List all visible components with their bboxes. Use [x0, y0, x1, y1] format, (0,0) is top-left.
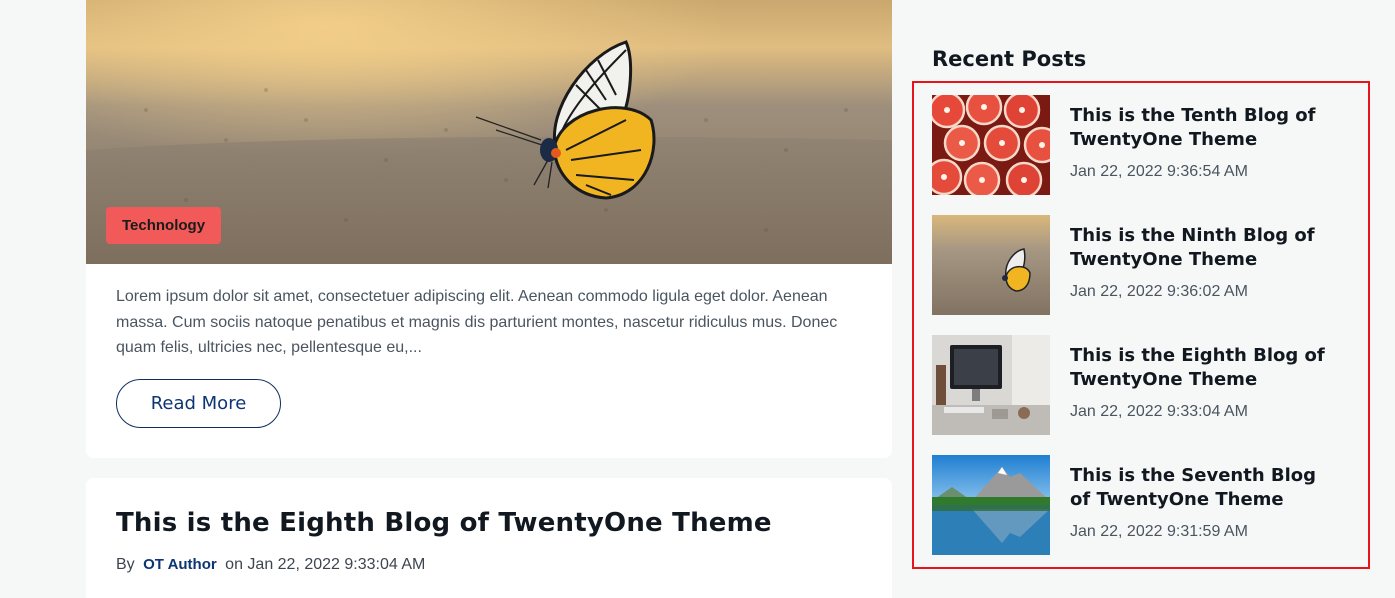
recent-posts-list: This is the Tenth Blog of TwentyOne Them…: [912, 81, 1370, 569]
recent-post-title[interactable]: This is the Eighth Blog of TwentyOne The…: [1070, 344, 1340, 392]
blog-page: Technology Lorem ipsum dolor sit amet, c…: [0, 0, 1395, 598]
by-label: By: [116, 556, 135, 573]
read-more-button[interactable]: Read More: [116, 379, 281, 428]
featured-post-card: Technology Lorem ipsum dolor sit amet, c…: [86, 0, 892, 458]
author-link[interactable]: OT Author: [143, 556, 217, 573]
recent-posts-heading: Recent Posts: [932, 47, 1087, 71]
recent-post-date: Jan 22, 2022 9:36:02 AM: [1070, 283, 1248, 300]
post-date: on Jan 22, 2022 9:33:04 AM: [225, 556, 426, 573]
recent-post-title[interactable]: This is the Seventh Blog of TwentyOne Th…: [1070, 464, 1340, 512]
featured-post-image[interactable]: Technology: [86, 0, 892, 264]
grapefruit-image[interactable]: [932, 95, 1050, 195]
desk-image[interactable]: [932, 335, 1050, 435]
recent-post-item[interactable]: This is the Ninth Blog of TwentyOne Them…: [932, 215, 1362, 315]
recent-post-date: Jan 22, 2022 9:31:59 AM: [1070, 523, 1248, 540]
recent-post-title[interactable]: This is the Tenth Blog of TwentyOne Them…: [1070, 104, 1340, 152]
mountain-lake-image[interactable]: [932, 455, 1050, 555]
post-card: This is the Eighth Blog of TwentyOne The…: [86, 478, 892, 598]
post-title[interactable]: This is the Eighth Blog of TwentyOne The…: [116, 508, 876, 538]
recent-post-title[interactable]: This is the Ninth Blog of TwentyOne Them…: [1070, 224, 1340, 272]
post-excerpt: Lorem ipsum dolor sit amet, consectetuer…: [116, 288, 838, 356]
recent-post-item[interactable]: This is the Tenth Blog of TwentyOne Them…: [932, 95, 1362, 195]
recent-post-date: Jan 22, 2022 9:36:54 AM: [1070, 163, 1248, 180]
butterfly-image[interactable]: [932, 215, 1050, 315]
category-badge[interactable]: Technology: [106, 207, 222, 244]
recent-post-item[interactable]: This is the Eighth Blog of TwentyOne The…: [932, 335, 1362, 435]
recent-post-date: Jan 22, 2022 9:33:04 AM: [1070, 403, 1248, 420]
recent-post-item[interactable]: This is the Seventh Blog of TwentyOne Th…: [932, 455, 1362, 555]
post-meta: By OT Author on Jan 22, 2022 9:33:04 AM: [116, 556, 425, 574]
